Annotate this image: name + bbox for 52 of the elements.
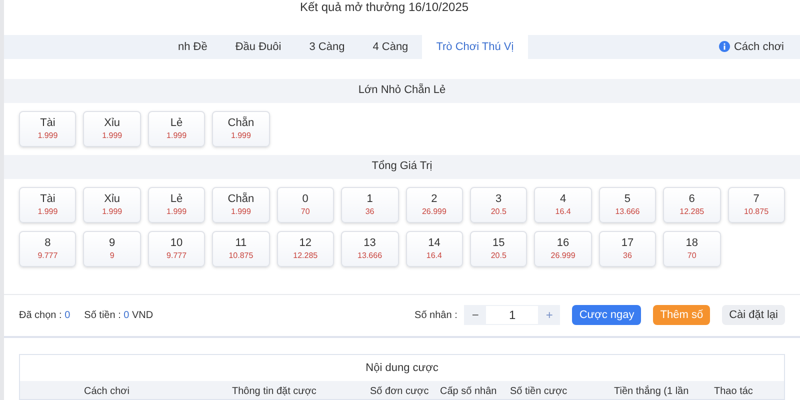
amount-total: Số tiền : 0 VND (84, 308, 154, 323)
how-to-play-link[interactable]: Cách chơi (718, 38, 784, 56)
bet-option[interactable]: 14 16.4 (406, 230, 463, 267)
bet-option[interactable]: Lẻ 1.999 (148, 110, 206, 147)
column-header: Cách chơi (84, 385, 130, 399)
bet-option[interactable]: 11 10.875 (212, 230, 270, 267)
bet-option[interactable]: 8 9.777 (19, 230, 76, 267)
column-header: Tiền thắng (1 lần (614, 384, 689, 399)
column-header: Số đơn cược (370, 385, 429, 399)
bet-option[interactable]: 16 26.999 (534, 230, 592, 267)
bet-option[interactable]: 2 26.999 (406, 186, 463, 223)
column-header: Thao tác (714, 385, 753, 399)
tab[interactable]: 3 Càng (295, 34, 359, 59)
bet-option[interactable]: 17 36 (598, 230, 656, 267)
tab[interactable]: Trò Chơi Thú Vị (422, 34, 528, 59)
bet-option[interactable]: Xỉu 1.999 (83, 110, 141, 147)
bet-option[interactable]: 5 13.666 (598, 186, 656, 223)
bet-option[interactable]: Tài 1.999 (19, 110, 76, 147)
bet-option[interactable]: 1 36 (341, 186, 398, 223)
column-header: Thông tin đặt cược (232, 385, 316, 399)
multiplier-field[interactable]: 1 (486, 306, 538, 324)
bet-option[interactable]: 4 16.4 (534, 186, 592, 223)
column-header: Số tiền cược (510, 385, 568, 399)
section-title: Lớn Nhỏ Chẵn Lẻ (358, 82, 446, 98)
bet-option[interactable]: Tài 1.999 (19, 186, 76, 223)
bet-option[interactable]: 12 12.285 (276, 230, 334, 267)
bet-option[interactable]: 0 70 (276, 186, 334, 223)
info-icon (718, 41, 730, 52)
action-button[interactable]: Cài đặt lại (722, 305, 785, 326)
bet-option[interactable]: 15 20.5 (470, 230, 528, 267)
bet-option[interactable]: Chẵn 1.999 (212, 186, 270, 223)
bet-option[interactable]: 3 20.5 (470, 186, 528, 223)
tab[interactable]: 4 Càng (358, 34, 422, 59)
bet-option[interactable]: Xỉu 1.999 (83, 186, 141, 223)
action-button[interactable]: Cược ngay (572, 305, 642, 326)
bet-option[interactable]: 10 9.777 (148, 230, 206, 267)
bet-option[interactable]: Lẻ 1.999 (148, 186, 206, 223)
panel-title: Nội dung cược (366, 360, 438, 376)
section-title: Tổng Giá Trị (372, 159, 432, 174)
bet-option[interactable]: 13 13.666 (341, 230, 398, 267)
bet-option[interactable]: Chẵn 1.999 (212, 110, 270, 147)
bet-option[interactable]: 9 9 (83, 230, 141, 267)
bet-option[interactable]: 7 10.875 (728, 186, 785, 223)
bet-option[interactable]: 18 70 (663, 230, 721, 267)
multiplier-label: Số nhân : (414, 308, 458, 323)
column-header: Cấp số nhân (440, 385, 497, 399)
results-title: Kết quả mở thưởng 16/10/2025 (300, 0, 469, 14)
decrease-button[interactable]: − (464, 306, 486, 324)
tab[interactable]: nh Đề (164, 34, 222, 59)
bet-option[interactable]: 6 12.285 (663, 186, 721, 223)
tab[interactable]: Đầu Đuôi (221, 34, 296, 59)
selected-count: Đã chọn : 0 (19, 308, 70, 323)
